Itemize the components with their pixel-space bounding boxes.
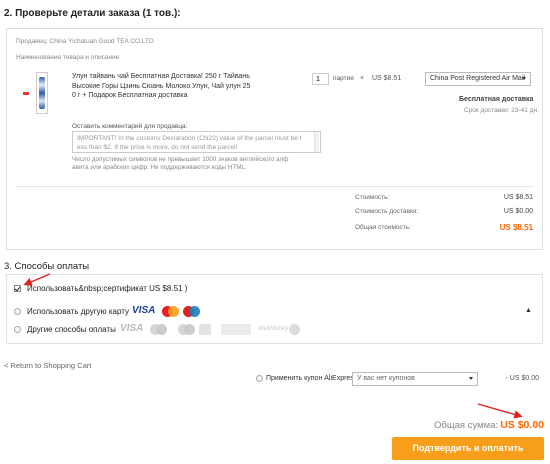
price-multiplier: ×	[360, 75, 365, 82]
comment-hint-line: авита или арабских цифр. Не поддерживают…	[72, 164, 247, 171]
grand-total-label: Общая сумма:	[434, 420, 499, 431]
qiwi-gray-logo	[289, 324, 300, 335]
cost-value: US $8.51	[503, 194, 533, 201]
visa-gray-logo: VISA	[120, 323, 144, 334]
shipping-method-select[interactable]: China Post Registered Air Mail	[425, 72, 531, 86]
total-cost-value: US $8.51	[499, 223, 533, 232]
total-cost-label: Общая стоимость:	[355, 224, 411, 231]
unit-price: US $8.51	[372, 75, 402, 82]
shipping-cost-label: Стоимость доставки:	[355, 208, 419, 215]
thumbnail-marker	[23, 92, 29, 95]
chevron-down-icon	[469, 377, 473, 380]
other-card-radio[interactable]	[14, 308, 21, 315]
coupon-amount: - US $0.00	[505, 375, 539, 382]
cost-label: Стоимость:	[355, 194, 390, 201]
certificate-checkbox[interactable]	[14, 285, 21, 292]
shipping-method-value: China Post Registered Air Mail	[430, 75, 525, 82]
product-thumbnail[interactable]	[36, 72, 48, 114]
product-header: Наименование товара и описание	[16, 54, 120, 61]
comment-hint: Число допустимых символов не превышает 1…	[72, 156, 322, 172]
coupon-select-value: У вас нет купонов	[357, 375, 415, 382]
product-title-line: Высокие Горы Цзинь Сюань Молоко Улун, Ча…	[72, 82, 251, 90]
comment-label: Оставить комментарий для продавца:	[72, 123, 188, 130]
mastercard-logo	[162, 306, 179, 317]
maestro-gray-logo	[178, 324, 195, 335]
payment-gray-logo	[221, 324, 251, 335]
seller-label[interactable]: Продавец: China Yichatuan Good TEA CO.LT…	[16, 38, 154, 45]
webmoney-gray-logo: WebMoney	[258, 326, 289, 332]
free-shipping-label: Бесплатная доставка	[459, 96, 534, 103]
other-methods-option-label[interactable]: Другие способы оплаты	[27, 325, 116, 334]
seller-comment-textarea[interactable]: IMPORTANT! In the customs Declaration (C…	[72, 131, 321, 153]
comment-text-line: IMPORTANT! In the customs Declaration (C…	[77, 135, 302, 142]
return-to-cart-link[interactable]: < Return to Shopping Cart	[4, 361, 91, 370]
mastercard-gray-logo	[150, 324, 167, 335]
other-card-option-label[interactable]: Использовать другую карту	[27, 307, 129, 316]
other-methods-radio[interactable]	[14, 326, 21, 333]
comment-text-line: ess than $2. If the price is more, do no…	[77, 144, 238, 151]
certificate-option-label[interactable]: Использовать&nbsp;сертификат US $8.51 )	[27, 284, 187, 293]
comment-hint-line: Число допустимых символов не превышает 1…	[72, 156, 289, 163]
coupon-select[interactable]: У вас нет купонов	[352, 372, 478, 386]
annotation-arrow-icon	[477, 403, 523, 419]
product-title-line: Улун тайвань чай Бесплатная Доставка! 25…	[72, 73, 250, 80]
delivery-time: Срок доставки: 23-41 дн.	[464, 107, 539, 114]
coupon-radio[interactable]	[256, 375, 263, 382]
unit-label: партия	[333, 75, 354, 82]
order-details-title: 2. Проверьте детали заказа (1 тов.):	[4, 8, 181, 19]
coupon-label: Применить купон AliExpress:	[266, 375, 360, 382]
collapse-arrow-icon[interactable]: ▲	[525, 307, 532, 314]
visa-logo: VISA	[132, 305, 156, 316]
product-title-line: 0 г + Подарок Бесплатная доставка	[72, 92, 188, 99]
confirm-and-pay-button[interactable]: Подтвердить и оплатить	[392, 437, 544, 460]
chevron-down-icon	[522, 77, 526, 80]
quantity-input[interactable]	[312, 73, 329, 85]
comment-scrollbar[interactable]	[314, 132, 319, 152]
product-title[interactable]: Улун тайвань чай Бесплатная Доставка! 25…	[72, 72, 262, 101]
shipping-cost-value: US $0.00	[503, 208, 533, 215]
maestro-logo	[183, 306, 200, 317]
payment-methods-title: 3. Способы оплаты	[4, 261, 90, 272]
grand-total-value: US $0.00	[500, 419, 544, 431]
order-divider	[16, 186, 534, 187]
card-gray-logo	[199, 324, 211, 335]
